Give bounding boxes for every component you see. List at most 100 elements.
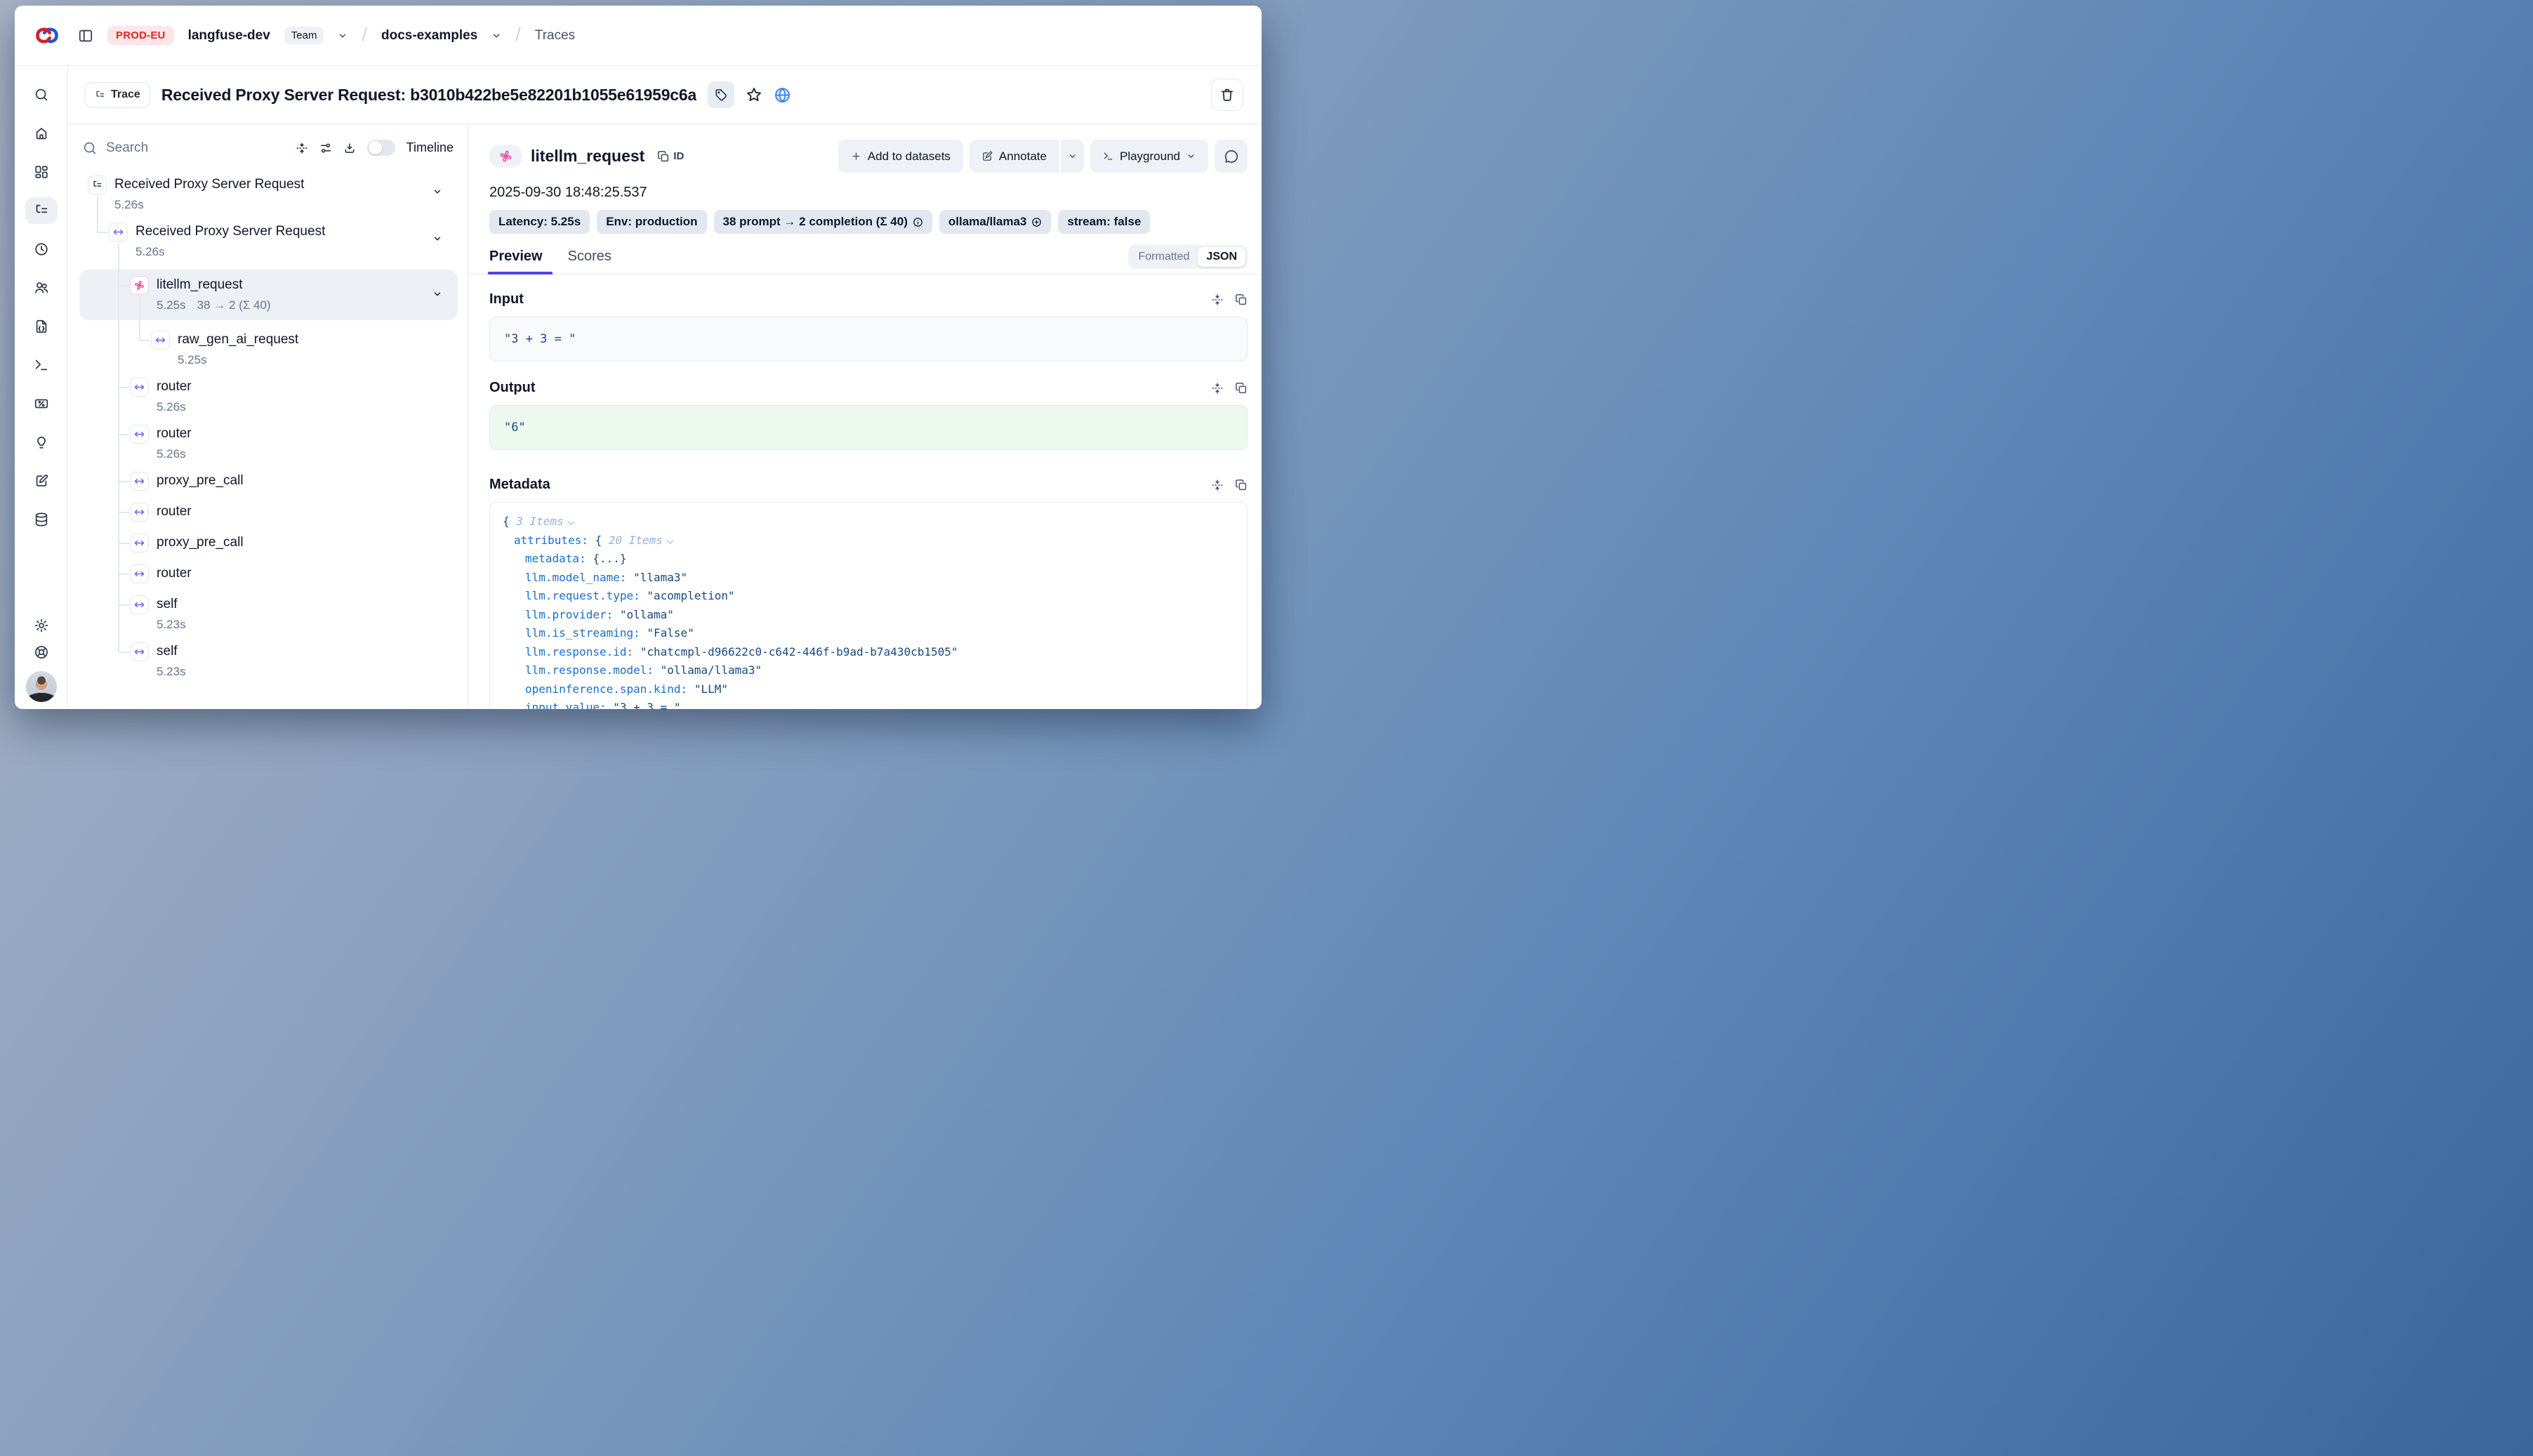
json-line: input.value: "3 + 3 = " [503,699,1234,709]
tree-item-proxy-pre-call[interactable]: proxy_pre_call [79,534,458,552]
collapse-all-icon[interactable] [296,142,308,154]
tree-connector [140,340,150,341]
tree-connector [119,285,129,286]
playground-terminal-icon[interactable] [34,357,49,373]
tag-icon[interactable] [708,81,734,108]
tree-settings-icon[interactable] [319,142,332,154]
tree-connector [98,232,108,233]
plus-circle-icon [1031,217,1042,227]
collapse-chevron-icon[interactable] [567,518,574,525]
copy-icon[interactable] [1235,293,1248,306]
view-mode-toggle: Formatted JSON [1128,245,1248,269]
tree-item-self[interactable]: self5.23s [79,642,458,679]
span-icon [130,642,149,661]
chevron-down-icon [1068,152,1077,161]
observation-badge[interactable]: 38 prompt → 2 completion (Σ 40) [714,210,932,234]
lightbulb-icon[interactable] [34,435,49,450]
chevron-down-icon[interactable] [432,289,442,303]
observation-badge[interactable]: ollama/llama3 [939,210,1052,234]
observation-timestamp: 2025-09-30 18:48:25.537 [489,185,1248,201]
user-avatar[interactable] [26,671,57,702]
annotation-queues-icon[interactable] [34,473,49,489]
search-icon [82,140,98,156]
tree-item-raw-gen-ai-request[interactable]: raw_gen_ai_request5.25s [79,331,458,367]
tree-item-router[interactable]: router5.26s [79,378,458,414]
project-chevron-down-icon[interactable] [491,31,501,41]
download-icon[interactable] [343,142,356,154]
json-line: llm.response.id: "chatcmpl-d96622c0-c642… [503,643,1234,662]
dashboards-icon[interactable] [34,164,49,180]
copy-icon[interactable] [1235,382,1248,395]
observation-badge[interactable]: stream: false [1058,210,1150,234]
datasets-database-icon[interactable] [34,512,49,527]
search-placeholder: Search [106,140,148,156]
sessions-clock-icon[interactable] [34,241,49,257]
tree-item-litellm-request[interactable]: litellm_request5.25s38 → 2 (Σ 40) [79,270,458,320]
settings-gear-icon[interactable] [34,618,49,633]
org-chevron-down-icon[interactable] [338,31,348,41]
detail-header: litellm_request ID Add to datasets [489,140,1248,173]
annotate-button[interactable]: Annotate [970,140,1059,173]
tree-connector [119,387,129,388]
collapse-section-icon[interactable] [1211,293,1224,306]
observation-title: litellm_request [531,147,644,166]
traces-icon[interactable] [25,197,58,224]
collapse-chevron-icon[interactable] [666,537,673,544]
collapse-section-icon[interactable] [1211,479,1224,491]
tab-preview[interactable]: Preview [489,249,543,274]
playground-button[interactable]: Playground [1090,140,1208,173]
view-formatted-option[interactable]: Formatted [1130,247,1198,267]
input-content: "3 + 3 = " [489,317,1248,362]
copy-icon[interactable] [1235,479,1248,491]
delete-trace-button[interactable] [1211,79,1243,111]
tree-item-label: litellm_request [157,276,271,293]
tree-item-self[interactable]: self5.23s [79,595,458,632]
tree-item-label: router [157,503,192,519]
organization-name[interactable]: langfuse-dev [188,28,270,44]
sidebar-toggle-icon[interactable] [78,28,93,44]
annotate-dropdown-button[interactable] [1061,140,1084,173]
tab-scores[interactable]: Scores [568,249,611,274]
tree-item-router[interactable]: router [79,503,458,522]
tree-item-received-proxy-server-request[interactable]: Received Proxy Server Request5.26s [79,176,458,212]
tree-item-metrics: 5.26s [157,400,192,414]
json-line: llm.is_streaming: "False" [503,624,1234,643]
json-line: llm.response.model: "ollama/llama3" [503,661,1234,680]
prompts-file-icon[interactable] [34,319,49,334]
tree-connector [139,296,140,340]
observation-badge[interactable]: Latency: 5.25s [489,210,590,234]
span-icon [130,503,149,522]
collapse-section-icon[interactable] [1211,382,1224,395]
tree-item-router[interactable]: router5.26s [79,425,458,461]
tree-connector [119,481,129,482]
copy-icon [657,150,670,163]
evaluation-percent-icon[interactable] [34,396,49,411]
span-icon [130,534,149,552]
search-icon[interactable] [34,87,49,102]
chevron-down-icon[interactable] [432,234,442,247]
home-icon[interactable] [34,126,49,141]
observation-badge[interactable]: Env: production [597,210,706,234]
star-icon[interactable] [746,86,762,103]
breadcrumb-section[interactable]: Traces [535,28,575,44]
generation-icon [489,145,522,168]
desktop-background: PROD-EU langfuse-dev Team / docs-example… [0,0,2533,1456]
support-lifebuoy-icon[interactable] [34,644,49,660]
public-globe-icon[interactable] [774,86,791,104]
copy-id-button[interactable]: ID [657,150,684,163]
breadcrumb-separator: / [362,24,367,46]
tree-item-received-proxy-server-request[interactable]: Received Proxy Server Request5.26s [79,223,458,259]
project-name[interactable]: docs-examples [381,28,477,44]
tree-item-metrics: 5.23s [157,618,186,632]
chevron-down-icon[interactable] [432,187,442,200]
add-to-datasets-button[interactable]: Add to datasets [838,140,963,173]
users-icon[interactable] [34,280,49,296]
tree-item-router[interactable]: router [79,564,458,583]
tree-item-metrics: 5.26s [135,245,325,259]
tree-item-proxy-pre-call[interactable]: proxy_pre_call [79,472,458,491]
comments-button[interactable] [1215,140,1248,173]
search-input[interactable]: Search [82,140,284,156]
span-icon [130,425,149,444]
timeline-toggle[interactable] [367,140,395,156]
view-json-option[interactable]: JSON [1198,247,1245,267]
